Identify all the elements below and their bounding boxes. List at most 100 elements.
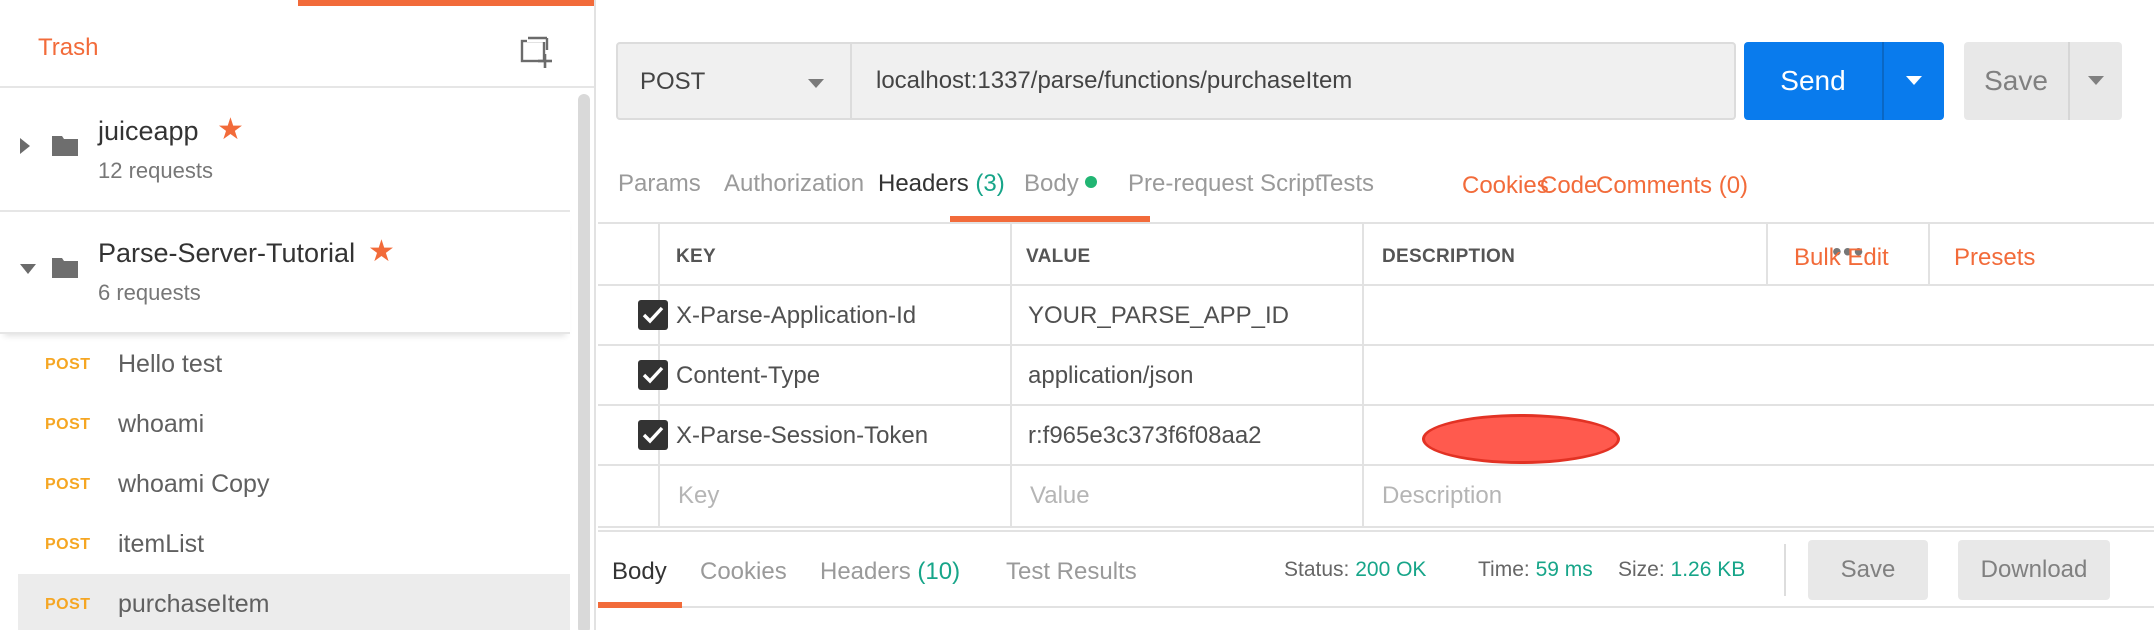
column-divider	[1362, 224, 1364, 526]
active-response-tab-underline	[598, 602, 682, 608]
column-divider	[1766, 224, 1768, 284]
collection-juiceapp[interactable]: juiceapp ★ 12 requests	[0, 90, 570, 212]
tab-authorization[interactable]: Authorization	[724, 170, 864, 198]
comments-link[interactable]: Comments (0)	[1596, 172, 1748, 200]
tab-body-label: Body	[1024, 170, 1079, 197]
request-item[interactable]: POST Hello test	[18, 334, 570, 394]
request-item-active[interactable]: POST purchaseItem	[18, 574, 570, 630]
method-select[interactable]: POST	[618, 44, 852, 118]
tab-tests[interactable]: Tests	[1318, 170, 1374, 198]
column-divider	[1928, 224, 1930, 284]
collection-request-count: 6 requests	[98, 280, 201, 305]
header-key[interactable]: X-Parse-Session-Token	[676, 422, 928, 450]
response-headers-count: (10)	[917, 558, 961, 585]
url-input[interactable]	[854, 44, 1734, 118]
divider	[1784, 544, 1786, 596]
send-button-group: Send	[1744, 42, 1944, 120]
collection-parse-server-tutorial[interactable]: Parse-Server-Tutorial ★ 6 requests	[0, 212, 570, 334]
request-method: POST	[45, 416, 91, 433]
tab-body[interactable]: Body	[1024, 170, 1097, 198]
request-editor: POST Send Save Params Authorization Head…	[598, 0, 2154, 630]
row-divider	[598, 464, 2154, 466]
star-icon[interactable]: ★	[368, 234, 395, 269]
response-tab-body[interactable]: Body	[612, 558, 667, 586]
size-label: Size:	[1618, 558, 1665, 581]
header-enabled-checkbox[interactable]	[638, 420, 668, 450]
response-bar: Body Cookies Headers (10) Test Results S…	[598, 530, 2154, 608]
row-divider	[598, 344, 2154, 346]
request-method: POST	[45, 476, 91, 493]
request-item[interactable]: POST whoami	[18, 394, 570, 454]
header-key[interactable]: Content-Type	[676, 362, 820, 390]
request-name: itemList	[118, 530, 205, 558]
request-name: purchaseItem	[118, 590, 270, 618]
collections-list: juiceapp ★ 12 requests Parse-Server-Tuto…	[0, 90, 594, 630]
redaction-mark	[1422, 414, 1620, 464]
row-divider	[598, 404, 2154, 406]
size-readout: Size: 1.26 KB	[1618, 558, 1745, 582]
folder-icon	[52, 256, 78, 278]
request-name: whoami	[118, 410, 205, 438]
size-value: 1.26 KB	[1670, 558, 1746, 581]
folder-icon	[52, 134, 78, 156]
tab-headers[interactable]: Headers (3)	[878, 170, 1005, 198]
column-divider	[1010, 224, 1012, 526]
row-divider	[598, 526, 2154, 528]
url-bar: POST	[616, 42, 1736, 120]
response-tab-test-results[interactable]: Test Results	[1006, 558, 1137, 586]
header-value[interactable]: YOUR_PARSE_APP_ID	[1028, 302, 1289, 330]
body-indicator-dot	[1084, 176, 1097, 188]
send-button[interactable]: Send	[1744, 42, 1882, 120]
header-enabled-checkbox[interactable]	[638, 360, 668, 390]
sidebar: Trash juiceapp ★ 12 requests Parse-Serve…	[0, 0, 596, 630]
trash-link[interactable]: Trash	[38, 34, 98, 62]
status-readout: Status: 200 OK	[1284, 558, 1426, 582]
tab-params[interactable]: Params	[618, 170, 701, 198]
save-button-group: Save	[1964, 42, 2122, 120]
presets-link[interactable]: Presets	[1954, 244, 2035, 272]
caret-down-icon[interactable]	[20, 264, 36, 274]
header-value[interactable]: application/json	[1028, 362, 1193, 390]
response-tab-headers[interactable]: Headers (10)	[820, 558, 960, 586]
headers-table: KEY VALUE DESCRIPTION ••• Bulk Edit Pres…	[598, 222, 2154, 528]
status-value: 200 OK	[1355, 558, 1427, 581]
request-item[interactable]: POST itemList	[18, 514, 570, 574]
header-enabled-checkbox[interactable]	[638, 300, 668, 330]
caret-right-icon[interactable]	[20, 138, 30, 154]
request-method: POST	[45, 596, 91, 613]
request-name: Hello test	[118, 350, 223, 378]
new-value-input[interactable]: Value	[1030, 482, 1090, 510]
request-method: POST	[45, 536, 91, 553]
collection-name: juiceapp	[98, 116, 199, 146]
tab-prerequest-script[interactable]: Pre-request Script	[1128, 170, 1321, 198]
bulk-edit-link[interactable]: Bulk Edit	[1794, 244, 1889, 272]
time-readout: Time: 59 ms	[1478, 558, 1593, 582]
time-value: 59 ms	[1535, 558, 1593, 581]
cookies-link[interactable]: Cookies	[1462, 172, 1549, 200]
method-label: POST	[640, 68, 706, 95]
column-header-key: KEY	[676, 246, 716, 267]
column-header-value: VALUE	[1026, 246, 1091, 267]
header-key[interactable]: X-Parse-Application-Id	[676, 302, 916, 330]
save-button[interactable]: Save	[1964, 42, 2068, 120]
send-options-chevron-icon[interactable]	[1884, 42, 1944, 120]
star-icon[interactable]: ★	[217, 112, 244, 147]
response-tab-cookies[interactable]: Cookies	[700, 558, 787, 586]
new-description-input[interactable]: Description	[1382, 482, 1502, 510]
sidebar-scrollbar[interactable]	[578, 94, 590, 630]
save-response-button[interactable]: Save	[1808, 540, 1928, 600]
response-tab-headers-label: Headers	[820, 558, 911, 585]
header-value[interactable]: r:f965e3c373f6f08aa2	[1028, 422, 1262, 450]
new-key-input[interactable]: Key	[678, 482, 719, 510]
tab-headers-count: (3)	[975, 170, 1005, 197]
chevron-down-icon	[808, 79, 824, 88]
row-divider	[598, 284, 2154, 286]
collection-name: Parse-Server-Tutorial	[98, 238, 356, 268]
save-options-chevron-icon[interactable]	[2070, 42, 2122, 120]
code-link[interactable]: Code	[1540, 172, 1597, 200]
new-collection-icon[interactable]	[520, 36, 554, 70]
request-item[interactable]: POST whoami Copy	[18, 454, 570, 514]
download-response-button[interactable]: Download	[1958, 540, 2110, 600]
request-method: POST	[45, 356, 91, 373]
time-label: Time:	[1478, 558, 1530, 581]
